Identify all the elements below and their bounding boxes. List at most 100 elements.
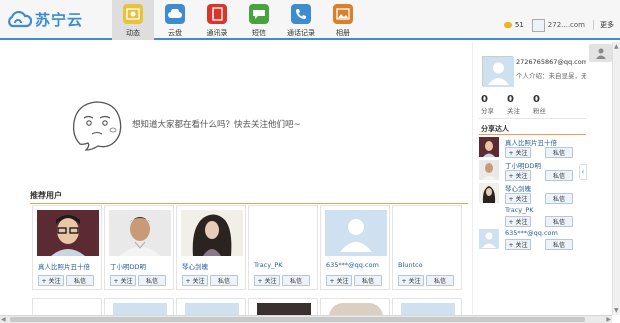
- follow-button[interactable]: + 关注: [505, 239, 531, 250]
- message-button[interactable]: 私信: [138, 275, 166, 286]
- cloud-icon: [165, 4, 185, 24]
- sharer-name[interactable]: 琴心剑魄: [505, 183, 531, 193]
- stat-following[interactable]: 0 关注: [507, 94, 531, 115]
- scrollbar-thumb[interactable]: [10, 317, 585, 322]
- message-button[interactable]: 私信: [545, 216, 573, 227]
- user-name[interactable]: 272....com: [548, 21, 585, 29]
- my-avatar-icon[interactable]: [482, 56, 514, 87]
- profile-stats: 0 分享 0 关注 0 粉丝: [481, 94, 559, 115]
- album-icon: [333, 4, 353, 24]
- sharer-item: 丁小明DD明 + 关注 私信: [479, 160, 591, 184]
- follow-button[interactable]: + 关注: [505, 170, 531, 181]
- scroll-right-icon[interactable]: ▶: [606, 316, 611, 323]
- recommended-users-title: 推荐用户: [30, 191, 62, 200]
- sharer-avatar[interactable]: [479, 137, 499, 157]
- app-logo[interactable]: 苏宁云: [6, 9, 83, 30]
- coin-count: 51: [514, 21, 524, 29]
- follow-button[interactable]: + 关注: [505, 193, 531, 204]
- nav-label: 云盘: [168, 29, 182, 37]
- user-photo[interactable]: [253, 210, 315, 256]
- sharer-name[interactable]: 635***@qq.com: [505, 229, 558, 237]
- stat-shares[interactable]: 0 分享: [481, 94, 505, 115]
- my-intro: 个人介绍：未自显旻，无介: [516, 72, 594, 80]
- message-button[interactable]: 私信: [545, 170, 573, 181]
- user-card[interactable]: 635***@qq.com + 关注 私信: [320, 205, 390, 290]
- user-name[interactable]: 635***@qq.com: [326, 261, 379, 269]
- follow-button[interactable]: + 关注: [505, 216, 531, 227]
- nav-item-album[interactable]: 相册: [322, 0, 364, 40]
- user-card[interactable]: 真人比照片丑十倍 + 关注 私信: [32, 205, 102, 290]
- user-photo[interactable]: [37, 210, 99, 256]
- message-button[interactable]: 私信: [210, 275, 238, 286]
- sharer-actions: + 关注 私信: [505, 170, 573, 181]
- sharer-item: 635***@qq.com + 关注 私信: [479, 229, 591, 253]
- follow-button[interactable]: + 关注: [254, 275, 280, 286]
- card-actions: + 关注 私信: [326, 275, 382, 286]
- message-button[interactable]: 私信: [66, 275, 94, 286]
- sharer-actions: + 关注 私信: [505, 147, 573, 158]
- nav-item-cloud-disk[interactable]: 云盘: [154, 0, 196, 40]
- sharer-item: 琴心剑魄 + 关注 私信: [479, 183, 591, 207]
- sharer-avatar[interactable]: [479, 160, 499, 180]
- top-header: 苏宁云 动态 云盘 通讯录 短信 通话记录 相册 51 272....com 更…: [0, 0, 620, 40]
- collapse-panel-chevron-icon[interactable]: ‹: [579, 164, 587, 180]
- default-avatar-icon[interactable]: [479, 229, 499, 249]
- user-card[interactable]: 琴心剑魄 + 关注 私信: [176, 205, 246, 290]
- user-name[interactable]: 真人比照片丑十倍: [38, 261, 90, 271]
- user-avatar[interactable]: [531, 18, 545, 32]
- nav-label: 短信: [252, 29, 266, 37]
- nav-item-contacts[interactable]: 通讯录: [196, 0, 238, 40]
- sharer-name[interactable]: 真人比照片丑十倍: [505, 137, 557, 147]
- person-icon[interactable]: [589, 44, 612, 62]
- coin-icon: [503, 22, 512, 28]
- message-button[interactable]: 私信: [545, 239, 573, 250]
- message-button[interactable]: 私信: [545, 193, 573, 204]
- card-actions: + 关注 私信: [398, 275, 454, 286]
- card-actions: + 关注 私信: [110, 275, 166, 286]
- user-name[interactable]: Bluntco: [398, 261, 423, 269]
- user-card[interactable]: 丁小明DD明 + 关注 私信: [104, 205, 174, 290]
- message-button[interactable]: 私信: [282, 275, 310, 286]
- photo-icon: [123, 4, 143, 24]
- nav-item-call-log[interactable]: 通话记录: [280, 0, 322, 40]
- user-name[interactable]: Tracy_PK: [254, 261, 283, 269]
- vertical-scrollbar[interactable]: ▲ ▼: [612, 42, 620, 315]
- user-card[interactable]: Tracy_PK + 关注 私信: [248, 205, 318, 290]
- follow-button[interactable]: + 关注: [326, 275, 352, 286]
- message-button[interactable]: 私信: [545, 147, 573, 158]
- nav-item-feed[interactable]: 动态: [112, 0, 154, 40]
- logo-text: 苏宁云: [35, 11, 84, 29]
- user-photo[interactable]: [397, 210, 459, 256]
- stat-fans[interactable]: 0 粉丝: [533, 94, 557, 115]
- scroll-left-icon[interactable]: ◀: [1, 316, 6, 323]
- sharer-name[interactable]: 丁小明DD明: [505, 160, 541, 170]
- sharer-name[interactable]: Tracy_PK: [505, 206, 534, 214]
- sharer-item: Tracy_PK + 关注 私信: [479, 206, 591, 230]
- follow-button[interactable]: + 关注: [182, 275, 208, 286]
- user-name[interactable]: 琴心剑魄: [182, 261, 208, 271]
- horizontal-scrollbar[interactable]: ◀ ▶: [0, 315, 612, 323]
- sharer-item: 真人比照片丑十倍 + 关注 私信: [479, 137, 591, 161]
- card-actions: + 关注 私信: [38, 275, 94, 286]
- share-experts-title: 分享达人: [481, 125, 509, 133]
- follow-button[interactable]: + 关注: [110, 275, 136, 286]
- nav-label: 动态: [126, 29, 140, 37]
- recommended-users-list: 真人比照片丑十倍 + 关注 私信 丁小明DD明 + 关注 私信 琴心剑魄 + 关…: [32, 205, 464, 290]
- user-photo[interactable]: [109, 210, 171, 256]
- sharer-avatar[interactable]: [479, 183, 499, 203]
- follow-button[interactable]: + 关注: [38, 275, 64, 286]
- more-menu[interactable]: 更多: [593, 20, 620, 30]
- nav-item-sms[interactable]: 短信: [238, 0, 280, 40]
- message-button[interactable]: 私信: [426, 275, 454, 286]
- user-name[interactable]: 丁小明DD明: [110, 261, 146, 271]
- scroll-up-icon[interactable]: ▲: [614, 43, 619, 50]
- user-photo[interactable]: [181, 210, 243, 256]
- message-button[interactable]: 私信: [354, 275, 382, 286]
- default-avatar-icon[interactable]: [325, 210, 387, 256]
- sharer-actions: + 关注 私信: [505, 216, 573, 227]
- follow-button[interactable]: + 关注: [398, 275, 424, 286]
- contacts-icon: [207, 4, 227, 24]
- scroll-down-icon[interactable]: ▼: [614, 307, 619, 314]
- follow-button[interactable]: + 关注: [505, 147, 531, 158]
- user-card[interactable]: Bluntco + 关注 私信: [392, 205, 462, 290]
